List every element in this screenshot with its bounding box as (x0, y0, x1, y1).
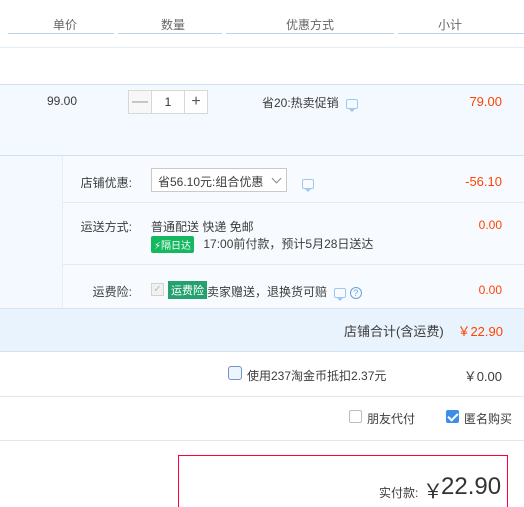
item-subtotal: 79.00 (469, 94, 502, 109)
quantity-input[interactable] (152, 90, 184, 114)
insurance-badge: 运费险 (168, 281, 207, 299)
header-divider (226, 33, 394, 34)
anonymous-label: 匿名购买 (464, 412, 513, 426)
coin-deduction-amount: ￥0.00 (463, 369, 502, 384)
shop-discount-label: 店铺优惠: (80, 176, 132, 190)
anonymous-checkbox[interactable] (446, 410, 459, 423)
next-day-badge-label: 隔日达 (161, 241, 192, 253)
payment-currency: ￥ (423, 481, 443, 503)
shop-total-value: ￥22.90 (457, 324, 503, 339)
help-icon[interactable]: ? (349, 286, 362, 299)
header-unit-price: 单价 (53, 18, 78, 32)
shipping-eta: ⚡隔日达 17:00前付款，预计5月28日送达 (151, 235, 374, 254)
order-item-row: 99.00 — + 省20:热卖促销 79.00 (0, 84, 524, 156)
order-options-row: 朋友代付 匿名购买 (0, 397, 524, 441)
header-divider (118, 33, 222, 34)
insurance-note-text: 卖家赠送，退换货可赔 (207, 285, 328, 299)
shop-divider (62, 202, 524, 203)
shop-total-label: 店铺合计(含运费) (344, 324, 444, 339)
shop-divider (62, 264, 524, 265)
coin-deduction-row: 使用237淘金币抵扣2.37元 ￥0.00 (0, 352, 524, 397)
shipping-method: 普通配送 快递 免邮 (151, 220, 254, 234)
lightning-icon: ⚡ (154, 241, 162, 253)
shop-discount-amount: -56.10 (465, 174, 502, 189)
shipping-label: 运送方式: (80, 220, 132, 234)
payment-summary-box: 实付款: ￥ 22.90 (178, 455, 508, 507)
header-quantity: 数量 (161, 18, 186, 32)
shipping-eta-note: 17:00前付款，预计5月28日送达 (203, 237, 374, 251)
chat-icon[interactable] (334, 287, 347, 301)
order-table-header: 单价 数量 优惠方式 小计 (0, 0, 524, 48)
friend-pay-label: 朋友代付 (367, 412, 416, 426)
shipping-amount: 0.00 (478, 218, 502, 232)
payment-label: 实付款: (379, 486, 419, 500)
chat-icon[interactable] (346, 98, 359, 112)
header-subtotal: 小计 (438, 18, 463, 32)
coin-deduction-label: 使用237淘金币抵扣2.37元 (247, 369, 387, 383)
next-day-badge: ⚡隔日达 (151, 236, 195, 254)
shop-discount-select-value: 省56.10元:组合优惠 (158, 175, 264, 189)
chat-icon[interactable] (302, 178, 314, 192)
shop-discount-select[interactable]: 省56.10元:组合优惠 (151, 168, 287, 192)
shop-total-row: 店铺合计(含运费) ￥22.90 (0, 308, 524, 352)
quantity-decrease-button[interactable]: — (128, 90, 152, 114)
quantity-increase-button[interactable]: + (184, 90, 208, 114)
coin-deduction-checkbox[interactable] (228, 366, 242, 380)
shop-section-gutter (0, 156, 62, 308)
insurance-checkbox[interactable]: ✓ (151, 283, 164, 296)
friend-pay-checkbox[interactable] (349, 410, 362, 423)
chevron-down-icon (271, 173, 282, 184)
quantity-stepper: — + (128, 90, 208, 114)
item-promo-label: 省20:热卖促销 (262, 96, 339, 110)
payment-amount: 22.90 (441, 473, 502, 500)
header-divider (8, 33, 114, 34)
header-discount: 优惠方式 (286, 18, 335, 32)
item-promo: 省20:热卖促销 (262, 94, 359, 112)
insurance-note: 卖家赠送，退换货可赔 ? (207, 283, 362, 301)
item-unit-price: 99.00 (47, 94, 78, 108)
insurance-amount: 0.00 (478, 283, 502, 297)
header-divider (398, 33, 524, 34)
insurance-label: 运费险: (92, 285, 132, 299)
